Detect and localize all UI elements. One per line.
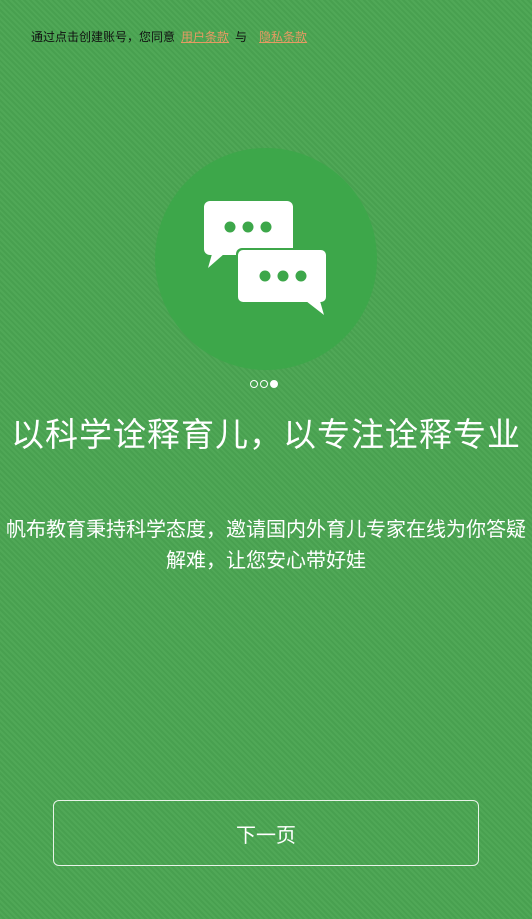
terms-conjunction: 与 (235, 30, 248, 44)
slide-headline: 以科学诠释育儿，以专注诠释专业 (11, 415, 521, 454)
terms-prefix: 通过点击创建账号，您同意 (31, 30, 176, 44)
privacy-terms-link[interactable]: 隐私条款 (259, 30, 307, 44)
terms-notice: 通过点击创建账号，您同意 用户条款与隐私条款 (31, 29, 307, 45)
feature-illustration (155, 148, 377, 370)
onboarding-screen: 通过点击创建账号，您同意 用户条款与隐私条款 以科学诠释育儿，以专注诠释专业 帆布… (0, 0, 532, 919)
user-terms-link[interactable]: 用户条款 (181, 30, 229, 44)
carousel-dot[interactable] (250, 380, 258, 388)
carousel-dot[interactable] (260, 380, 268, 388)
slide-description: 帆布教育秉持科学态度，邀请国内外育儿专家在线为你答疑解难，让您安心带好娃 (6, 517, 526, 572)
carousel-indicator (250, 380, 278, 388)
next-page-button[interactable]: 下一页 (53, 800, 479, 866)
carousel-dot-active[interactable] (270, 380, 278, 388)
chat-bubbles-icon (204, 201, 328, 315)
